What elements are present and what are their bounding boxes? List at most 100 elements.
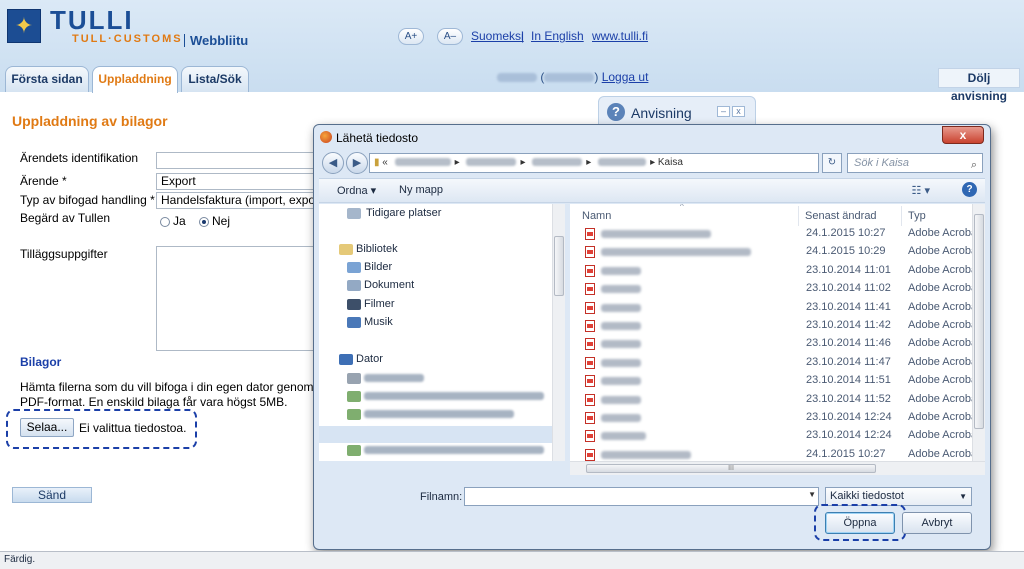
dialog-close-button[interactable]: x xyxy=(942,126,984,144)
search-input[interactable]: Sök i Kaisa ⌕ xyxy=(847,153,983,173)
file-modified: 24.1.2015 10:27 xyxy=(806,227,886,239)
file-hscrollbar[interactable]: III xyxy=(570,461,985,475)
column-type[interactable]: Typ xyxy=(908,210,926,222)
file-row[interactable]: 24.1.2015 10:27 Adobe Acroba xyxy=(570,446,985,461)
nav-selection-highlight xyxy=(319,426,565,443)
status-bar: Färdig. xyxy=(0,551,1024,569)
new-folder-button[interactable]: Ny mapp xyxy=(399,184,443,196)
nav-scrollbar[interactable] xyxy=(552,204,565,461)
pdf-file-icon xyxy=(585,356,595,369)
file-name-redacted xyxy=(601,414,641,422)
pdf-file-icon xyxy=(585,393,595,406)
file-scrollbar[interactable] xyxy=(972,204,985,461)
radio-yes[interactable] xyxy=(160,216,170,227)
file-name-redacted xyxy=(601,322,641,330)
column-name[interactable]: Namn xyxy=(582,210,611,222)
nav-drive[interactable] xyxy=(364,390,544,402)
file-row[interactable]: 23.10.2014 11:02 Adobe Acroba xyxy=(570,280,985,298)
filename-input[interactable]: ▼ xyxy=(464,487,819,506)
nav-drive[interactable] xyxy=(364,408,514,420)
pdf-file-icon xyxy=(585,301,595,314)
nav-music[interactable]: Musik xyxy=(364,316,393,328)
file-row[interactable]: 23.10.2014 11:46 Adobe Acroba xyxy=(570,335,985,353)
extra-info-textarea[interactable] xyxy=(156,246,316,351)
app-name: Webbliitu xyxy=(190,33,249,48)
refresh-icon[interactable]: ↻ xyxy=(822,153,842,173)
nav-pictures[interactable]: Bilder xyxy=(364,261,392,273)
nav-scroll-thumb[interactable] xyxy=(554,236,564,296)
minimize-icon[interactable]: – xyxy=(717,106,730,117)
nav-recent-places[interactable]: Tidigare platser xyxy=(366,207,441,219)
address-current-folder[interactable]: Kaisa xyxy=(658,157,683,168)
tab-upload[interactable]: Uppladdning xyxy=(92,66,178,93)
file-row[interactable]: 24.1.2015 10:29 Adobe Acroba xyxy=(570,243,985,261)
radio-no[interactable] xyxy=(199,216,209,227)
brand-subtitle: TULL·CUSTOMS xyxy=(72,33,183,45)
organize-menu[interactable]: Ordna ▾ xyxy=(337,184,376,197)
hide-hint-button[interactable]: Dölj anvisning xyxy=(938,68,1020,103)
brand-name: TULLI xyxy=(50,5,134,35)
case-select[interactable]: Export xyxy=(156,173,316,190)
nav-documents[interactable]: Dokument xyxy=(364,279,414,291)
column-modified[interactable]: Senast ändrad xyxy=(805,210,877,222)
help-icon[interactable]: ? xyxy=(962,182,977,197)
file-scroll-thumb[interactable] xyxy=(974,214,984,429)
chevron-down-icon[interactable]: ▼ xyxy=(959,488,967,505)
file-row[interactable]: 24.1.2015 10:27 Adobe Acroba xyxy=(570,225,985,243)
cancel-button[interactable]: Avbryt xyxy=(902,512,972,534)
file-type: Adobe Acroba xyxy=(908,282,978,295)
tab-first-page[interactable]: Första sidan xyxy=(5,66,89,92)
view-options-icon[interactable]: ☷ ▾ xyxy=(912,184,930,197)
file-row[interactable]: 23.10.2014 11:41 Adobe Acroba xyxy=(570,299,985,317)
pdf-file-icon xyxy=(585,264,595,277)
file-modified: 23.10.2014 12:24 xyxy=(806,429,892,442)
address-bar[interactable]: ▮ « ▸ ▸ ▸ ▸ Kaisa xyxy=(369,153,819,173)
close-icon[interactable]: x xyxy=(732,106,745,117)
label-case-id: Ärendets identifikation xyxy=(20,151,139,165)
nav-computer[interactable]: Dator xyxy=(356,353,383,365)
file-row[interactable]: 23.10.2014 12:24 Adobe Acroba xyxy=(570,427,985,445)
chevron-down-icon[interactable]: ▼ xyxy=(808,490,816,499)
pdf-file-icon xyxy=(585,375,595,388)
case-id-input[interactable] xyxy=(156,152,316,169)
link-finnish[interactable]: Suomeksi xyxy=(471,29,524,43)
tab-list-search[interactable]: Lista/Sök xyxy=(181,66,249,92)
radio-yes-option[interactable]: Ja xyxy=(160,214,186,228)
file-row[interactable]: 23.10.2014 11:51 Adobe Acroba xyxy=(570,372,985,390)
pdf-file-icon xyxy=(585,412,595,424)
file-name-redacted xyxy=(601,285,641,294)
file-modified: 24.1.2015 10:29 xyxy=(806,245,886,258)
logout-link[interactable]: Logga ut xyxy=(602,70,649,84)
file-name-redacted xyxy=(601,450,691,459)
file-row[interactable]: 23.10.2014 12:24 Adobe Acroba xyxy=(570,409,985,427)
search-icon[interactable]: ⌕ xyxy=(971,156,977,174)
file-row[interactable]: 23.10.2014 11:47 Adobe Acroba xyxy=(570,354,985,372)
label-requested-by-customs: Begärd av Tullen xyxy=(20,211,111,225)
font-increase-button[interactable]: A+ xyxy=(398,28,424,45)
nav-movies[interactable]: Filmer xyxy=(364,298,395,310)
send-button[interactable]: Sänd xyxy=(12,487,92,503)
nav-libraries[interactable]: Bibliotek xyxy=(356,243,398,255)
browse-button[interactable]: Selaa... xyxy=(20,418,74,437)
music-icon xyxy=(347,317,361,328)
pdf-file-icon xyxy=(585,320,595,332)
link-tulli-site[interactable]: www.tulli.fi xyxy=(592,29,648,43)
file-row[interactable]: 23.10.2014 11:52 Adobe Acroba xyxy=(570,391,985,409)
open-button[interactable]: Öppna xyxy=(825,512,895,534)
forward-arrow-icon[interactable]: ▶ xyxy=(346,152,368,174)
nav-drive[interactable] xyxy=(364,372,424,384)
label-extra-info: Tilläggsuppgifter xyxy=(20,247,108,261)
file-name-redacted xyxy=(601,266,641,275)
file-row[interactable]: 23.10.2014 11:42 Adobe Acroba xyxy=(570,317,985,335)
font-decrease-button[interactable]: A– xyxy=(437,28,463,45)
pdf-file-icon xyxy=(585,283,595,296)
document-type-select[interactable]: Handelsfaktura (import, export xyxy=(156,192,316,209)
back-arrow-icon[interactable]: ◀ xyxy=(322,152,344,174)
file-row[interactable]: 23.10.2014 11:01 Adobe Acroba xyxy=(570,262,985,280)
file-name-redacted xyxy=(601,230,711,238)
pdf-file-icon xyxy=(585,338,595,351)
file-hscroll-thumb[interactable]: III xyxy=(586,464,876,473)
link-english[interactable]: In English xyxy=(531,29,584,43)
radio-no-option[interactable]: Nej xyxy=(199,214,230,228)
nav-drive[interactable] xyxy=(364,444,544,456)
